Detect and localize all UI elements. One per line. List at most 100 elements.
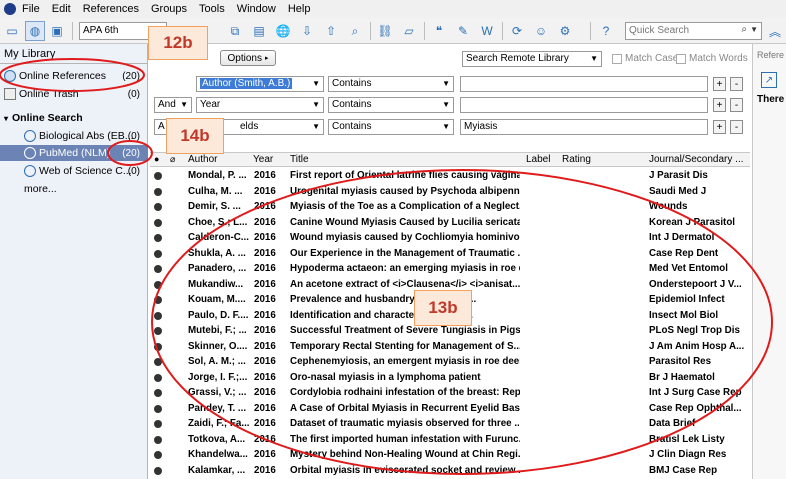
- cell-author: Demir, S. ...: [188, 201, 241, 212]
- table-row[interactable]: Choe, S.; L... 2016 Canine Wound Myiasis C…: [150, 216, 750, 231]
- menu-groups[interactable]: Groups: [151, 3, 187, 15]
- search-remote-select[interactable]: Search Remote Library ▼: [462, 51, 602, 67]
- cell-title: Cordylobia rodhaini infestation of the b…: [290, 387, 520, 398]
- local-library-icon[interactable]: ▭: [3, 22, 21, 40]
- read-status-icon[interactable]: ●: [154, 154, 159, 164]
- cell-journal: Insect Mol Biol: [649, 309, 719, 321]
- table-row[interactable]: Mutebi, F.; ... 2016 Successful Treatment …: [150, 324, 750, 339]
- add-row-button[interactable]: +: [713, 77, 726, 91]
- insert-citation-icon[interactable]: ❝: [430, 22, 448, 40]
- export-icon[interactable]: ⇧: [322, 22, 340, 40]
- table-row[interactable]: Jorge, I. F.;... 2016 Oro-nasal myiasis in…: [150, 371, 750, 386]
- help-icon[interactable]: ?: [597, 22, 615, 40]
- column-year[interactable]: Year: [253, 154, 273, 165]
- open-link-icon[interactable]: ⛓: [376, 22, 394, 40]
- cell-year: 2016: [254, 263, 276, 274]
- new-reference-icon[interactable]: ▤: [250, 22, 268, 40]
- trash-icon: [4, 88, 16, 100]
- cell-title: The first imported human infestation wit…: [290, 433, 520, 445]
- network-icon[interactable]: ⚙: [556, 22, 574, 40]
- attachment-icon[interactable]: ⌀: [170, 154, 175, 165]
- search-value-input[interactable]: Myiasis: [460, 119, 708, 135]
- table-row[interactable]: Sol, A. M.; ... 2016 Cephenemyiosis, an em…: [150, 355, 750, 370]
- unread-dot-icon: [154, 218, 162, 227]
- online-library-icon[interactable]: ◍: [25, 21, 45, 41]
- unread-dot-icon: [154, 404, 162, 413]
- column-journal[interactable]: Journal/Secondary ...: [649, 154, 744, 165]
- sync-icon[interactable]: ⟳: [508, 22, 526, 40]
- table-row[interactable]: Panadero, ... 2016 Hypoderma actaeon: an e…: [150, 262, 750, 277]
- search-operator-select[interactable]: Contains ▼: [328, 97, 454, 113]
- options-button[interactable]: Options ▸: [220, 50, 276, 66]
- menu-edit[interactable]: Edit: [52, 3, 71, 15]
- globe-icon: [4, 70, 16, 82]
- menu-references[interactable]: References: [83, 3, 139, 15]
- sidebar-more-link[interactable]: more...: [0, 181, 148, 197]
- quick-search-input[interactable]: Quick Search ⌕ ▼: [625, 22, 762, 40]
- table-row[interactable]: Pandey, T. ... 2016 A Case of Orbital Myia…: [150, 402, 750, 417]
- sidebar-item-biological-abs[interactable]: Biological Abs (EB... (0): [0, 128, 148, 144]
- table-row[interactable]: Demir, S. ... 2016 Myiasis of the Toe as a…: [150, 200, 750, 215]
- menu-window[interactable]: Window: [237, 3, 276, 15]
- word-icon[interactable]: W: [478, 22, 496, 40]
- sidebar-item-online-references[interactable]: Online References (20): [0, 68, 148, 84]
- column-label[interactable]: Label: [526, 154, 550, 165]
- search-value-input[interactable]: [460, 97, 708, 113]
- table-row[interactable]: Calderon-C... 2016 Wound myiasis caused by…: [150, 231, 750, 246]
- search-field-select[interactable]: Author (Smith, A.B.) ▼: [196, 76, 324, 92]
- remove-row-button[interactable]: -: [730, 77, 743, 91]
- search-operator-select[interactable]: Contains ▼: [328, 76, 454, 92]
- table-row[interactable]: Totkova, A... 2016 The first imported huma…: [150, 433, 750, 448]
- search-value-input[interactable]: [460, 76, 708, 92]
- cell-year: 2016: [254, 309, 276, 321]
- unread-dot-icon: [154, 358, 162, 366]
- table-row[interactable]: Culha, M. ... 2016 Urogenital myiasis caus…: [150, 185, 750, 200]
- menu-tools[interactable]: Tools: [199, 3, 225, 15]
- table-row[interactable]: Mondal, P. ... 2016 First report of Orient…: [150, 169, 750, 184]
- search-field-select[interactable]: Year ▼: [196, 97, 324, 113]
- sidebar-item-pubmed[interactable]: PubMed (NLM) (20): [0, 145, 148, 161]
- cell-year: 2016: [254, 201, 276, 212]
- table-row[interactable]: Shukla, A. ... 2016 Our Experience in the …: [150, 247, 750, 262]
- open-external-icon[interactable]: ↗: [761, 72, 777, 88]
- cell-author: Totkova, A...: [188, 433, 246, 445]
- menu-help[interactable]: Help: [288, 3, 311, 15]
- online-search-icon[interactable]: 🌐: [274, 22, 292, 40]
- cell-year: 2016: [254, 387, 276, 398]
- groups-panel: My Library Online References (20) Online…: [0, 44, 148, 479]
- table-row[interactable]: Khandelwa... 2016 Mystery behind Non-Heali…: [150, 448, 750, 463]
- format-bibliography-icon[interactable]: ✎: [454, 22, 472, 40]
- share-icon[interactable]: ☺: [532, 22, 550, 40]
- search-operator-select[interactable]: Contains ▼: [328, 119, 454, 135]
- remove-row-button[interactable]: -: [730, 120, 743, 134]
- online-search-heading[interactable]: ▾ Online Search: [0, 110, 148, 126]
- cell-author: Pandey, T. ...: [188, 402, 247, 414]
- table-row[interactable]: Skinner, O.... 2016 Temporary Rectal Stent…: [150, 340, 750, 355]
- column-rating[interactable]: Rating: [562, 154, 591, 165]
- import-icon[interactable]: ⇩: [298, 22, 316, 40]
- add-row-button[interactable]: +: [713, 98, 726, 112]
- match-case-checkbox[interactable]: Match Case: [612, 53, 678, 64]
- sidebar-item-web-of-science[interactable]: Web of Science C... (0): [0, 163, 148, 179]
- cell-journal: Epidemiol Infect: [649, 294, 725, 305]
- copy-icon[interactable]: ⧉: [226, 22, 244, 40]
- reference-tab-label[interactable]: Refere: [757, 50, 784, 60]
- menu-file[interactable]: File: [22, 3, 40, 15]
- column-author[interactable]: Author: [188, 154, 217, 165]
- integrated-library-icon[interactable]: ▣: [48, 22, 66, 40]
- cell-journal: J Am Anim Hosp A...: [649, 340, 745, 352]
- add-row-button[interactable]: +: [713, 120, 726, 134]
- table-header: ● ⌀ Author Year Title Label Rating Journ…: [150, 153, 750, 167]
- table-row[interactable]: Grassi, V.; ... 2016 Cordylobia rodhaini i…: [150, 386, 750, 401]
- column-title[interactable]: Title: [290, 154, 309, 165]
- table-row[interactable]: Kalamkar, ... 2016 Orbital myiasis in evis…: [150, 464, 750, 479]
- collapse-icon[interactable]: ︽: [766, 22, 784, 40]
- unread-dot-icon: [154, 203, 162, 211]
- sidebar-item-online-trash[interactable]: Online Trash (0): [0, 86, 148, 102]
- match-words-checkbox[interactable]: Match Words: [676, 53, 748, 64]
- open-file-icon[interactable]: ▱: [400, 22, 418, 40]
- find-fulltext-icon[interactable]: ⌕: [346, 22, 364, 40]
- boolean-select[interactable]: And ▼: [154, 97, 192, 113]
- remove-row-button[interactable]: -: [730, 98, 743, 112]
- table-row[interactable]: Zaidi, F.; Fa... 2016 Dataset of traumatic…: [150, 417, 750, 432]
